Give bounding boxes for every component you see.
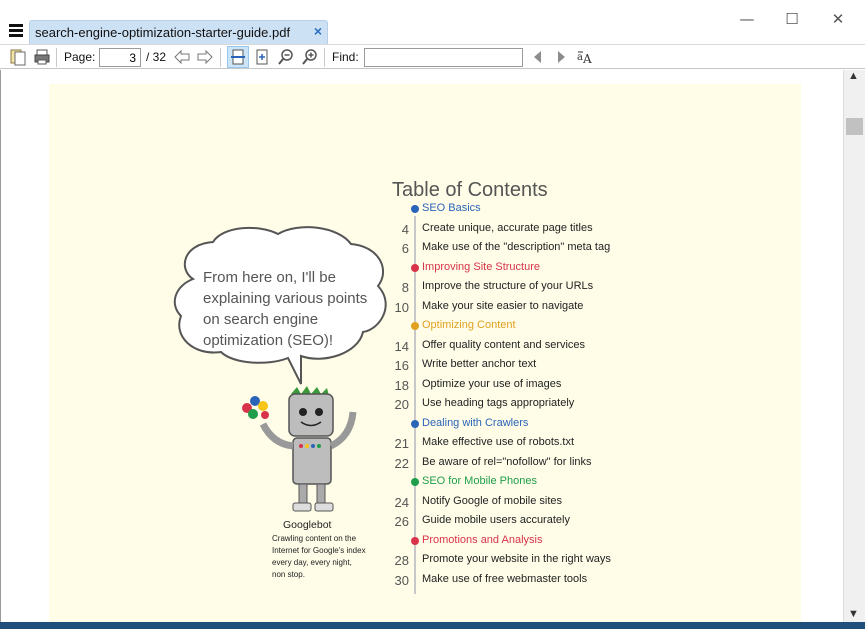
toolbar-separator bbox=[324, 48, 325, 67]
open-file-icon[interactable] bbox=[9, 48, 27, 66]
toc-entry: 20 Use heading tags appropriately bbox=[379, 395, 779, 414]
tab-close-icon[interactable]: × bbox=[314, 23, 322, 39]
zoom-in-icon[interactable] bbox=[301, 48, 319, 66]
document-viewport[interactable]: Table of Contents SEO Basics 4 Create uniq… bbox=[0, 70, 843, 622]
toc-text: Improve the structure of your URLs bbox=[422, 280, 594, 292]
toc-entry: 6 Make use of the "description" meta tag bbox=[379, 239, 779, 258]
page-number-input[interactable] bbox=[99, 48, 141, 67]
toc-text: Guide mobile users accurately bbox=[422, 514, 570, 526]
section-dot-icon bbox=[411, 322, 419, 330]
minimize-button[interactable]: — bbox=[737, 10, 757, 28]
page-label: Page: bbox=[64, 50, 96, 64]
toc-entry: 16 Write better anchor text bbox=[379, 356, 779, 375]
toc-text: Improving Site Structure bbox=[422, 260, 540, 273]
toc-entry: 8 Improve the structure of your URLs bbox=[379, 278, 779, 297]
menu-icon[interactable] bbox=[9, 24, 23, 38]
fit-page-icon bbox=[231, 49, 245, 65]
toc-page-number: 24 bbox=[394, 494, 409, 510]
pdf-page: Table of Contents SEO Basics 4 Create uniq… bbox=[49, 84, 801, 622]
toc-entry: 18 Optimize your use of images bbox=[379, 376, 779, 395]
toc-text: Dealing with Crawlers bbox=[422, 416, 529, 429]
toc-entry: 22 Be aware of rel="nofollow" for links bbox=[379, 454, 779, 473]
toc-entry: 30 Make use of free webmaster tools bbox=[379, 571, 779, 590]
print-icon[interactable] bbox=[33, 48, 51, 66]
tab-title: search-engine-optimization-starter-guide… bbox=[35, 25, 291, 40]
section-dot-icon bbox=[411, 205, 419, 213]
toc-text: Make your site easier to navigate bbox=[422, 299, 584, 312]
toc-entry: 24 Notify Google of mobile sites bbox=[379, 493, 779, 512]
toc-section-header: Promotions and Analysis bbox=[379, 532, 779, 551]
toc-entry: 4 Create unique, accurate page titles bbox=[379, 220, 779, 239]
toc-text: Optimize your use of images bbox=[422, 377, 562, 390]
toc-text: Notify Google of mobile sites bbox=[422, 494, 563, 507]
toc-text: Promote your website in the right ways bbox=[422, 553, 611, 565]
find-previous-icon[interactable] bbox=[531, 48, 545, 66]
bot-name: Googlebot bbox=[283, 519, 332, 531]
toc-page-number: 26 bbox=[394, 514, 409, 529]
find-next-icon[interactable] bbox=[554, 48, 568, 66]
scroll-down-icon[interactable]: ▼ bbox=[848, 608, 859, 620]
toc-text: Promotions and Analysis bbox=[422, 533, 543, 546]
toc-section-header: SEO for Mobile Phones bbox=[379, 473, 779, 492]
bot-caption: Crawling content on the Internet for Goo… bbox=[272, 534, 366, 579]
previous-page-icon[interactable] bbox=[173, 48, 191, 66]
section-dot-icon bbox=[411, 478, 419, 486]
title-bar: search-engine-optimization-starter-guide… bbox=[0, 0, 865, 44]
toc-section-header: Improving Site Structure bbox=[379, 259, 779, 278]
document-tab[interactable]: search-engine-optimization-starter-guide… bbox=[29, 20, 328, 44]
find-label: Find: bbox=[332, 50, 359, 64]
section-dot-icon bbox=[411, 536, 419, 545]
toc-entry: 14 Offer quality content and services bbox=[379, 337, 779, 356]
zoom-out-icon[interactable] bbox=[277, 48, 295, 66]
scroll-thumb[interactable] bbox=[846, 118, 863, 135]
match-case-icon[interactable]: a A bbox=[576, 48, 594, 66]
maximize-button[interactable]: ☐ bbox=[782, 10, 802, 28]
toc-text: Make effective use of robots.txt bbox=[422, 436, 575, 448]
toc-text: Create unique, accurate page titles bbox=[422, 221, 593, 234]
toc-text: SEO Basics bbox=[422, 202, 481, 214]
find-input[interactable] bbox=[364, 48, 523, 67]
pdf-viewer-window: search-engine-optimization-starter-guide… bbox=[0, 0, 865, 622]
toc-text: SEO for Mobile Phones bbox=[422, 475, 537, 487]
toc-page-number: 20 bbox=[394, 397, 409, 412]
toc-section-header: Optimizing Content bbox=[379, 317, 779, 336]
toc-entry: 21 Make effective use of robots.txt bbox=[379, 434, 779, 453]
scroll-up-icon[interactable]: ▲ bbox=[848, 70, 859, 82]
toc-page-number: 22 bbox=[394, 455, 409, 471]
toc-section-header: Dealing with Crawlers bbox=[379, 415, 779, 434]
toolbar-separator bbox=[220, 48, 221, 67]
toc-text: Write better anchor text bbox=[422, 358, 537, 370]
toc-text: Optimizing Content bbox=[422, 319, 516, 331]
toc-text: Make use of the "description" meta tag bbox=[422, 241, 611, 253]
toolbar: Page: / 32 bbox=[0, 44, 865, 69]
toc-text: Make use of free webmaster tools bbox=[422, 572, 588, 585]
toc-page-number: 30 bbox=[394, 572, 409, 588]
bubble-text: From here on, I'll be explaining various… bbox=[203, 269, 368, 349]
section-dot-icon bbox=[411, 263, 419, 272]
googlebot-illustration bbox=[242, 386, 357, 512]
section-dot-icon bbox=[411, 419, 419, 428]
toc-entry: 26 Guide mobile users accurately bbox=[379, 512, 779, 531]
vertical-scrollbar[interactable]: ▲ ▼ bbox=[843, 70, 865, 622]
toc-section-header: SEO Basics bbox=[379, 200, 779, 219]
close-button[interactable]: ✕ bbox=[828, 10, 848, 28]
toc-text: Use heading tags appropriately bbox=[422, 397, 575, 409]
toc-entry: 10 Make your site easier to navigate bbox=[379, 298, 779, 317]
toc-text: Offer quality content and services bbox=[422, 338, 586, 351]
next-page-icon[interactable] bbox=[196, 48, 214, 66]
toc-page-number: 28 bbox=[394, 553, 409, 568]
fit-width-icon[interactable] bbox=[253, 48, 271, 66]
toc-page-number: 21 bbox=[394, 436, 409, 451]
fit-page-button[interactable] bbox=[227, 46, 249, 68]
page-total: / 32 bbox=[146, 50, 167, 64]
toc-text: Be aware of rel="nofollow" for links bbox=[422, 455, 592, 468]
toolbar-separator bbox=[56, 48, 57, 67]
toc-entry: 28 Promote your website in the right ways bbox=[379, 551, 779, 570]
svg-text:A: A bbox=[582, 52, 592, 66]
toc-title: Table of Contents bbox=[392, 179, 548, 201]
